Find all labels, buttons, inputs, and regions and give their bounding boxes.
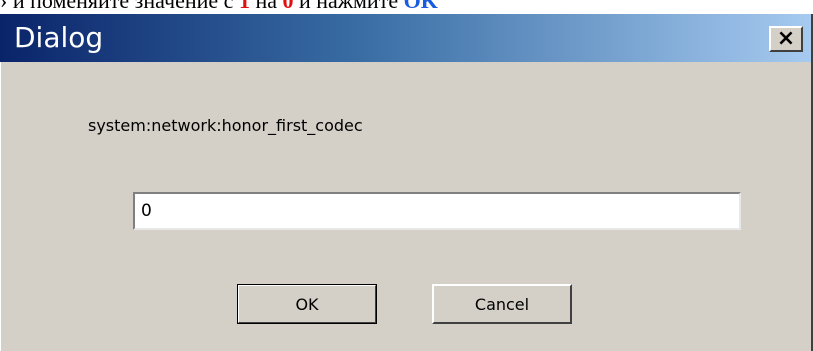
setting-value-input[interactable] (133, 192, 741, 230)
instruction-prefix: › и поменяйте значение с (0, 0, 239, 12)
close-button[interactable]: × (769, 26, 803, 52)
instruction-text: › и поменяйте значение с 1 на 0 и нажмит… (0, 0, 813, 12)
cancel-button[interactable]: Cancel (432, 284, 572, 324)
instruction-suffix: и нажмите (294, 0, 404, 12)
instruction-middle: на (250, 0, 283, 12)
dialog-title: Dialog (14, 21, 104, 54)
instruction-button-ref: OK (404, 0, 438, 12)
ok-button[interactable]: OK (237, 284, 377, 324)
close-icon: × (776, 26, 796, 51)
dialog-titlebar[interactable]: Dialog × (0, 14, 811, 62)
dialog-content: system:network:honor_first_codec OK Canc… (0, 62, 811, 351)
instruction-from-value: 1 (239, 0, 250, 12)
instruction-to-value: 0 (283, 0, 294, 12)
setting-name-label: system:network:honor_first_codec (88, 116, 363, 135)
